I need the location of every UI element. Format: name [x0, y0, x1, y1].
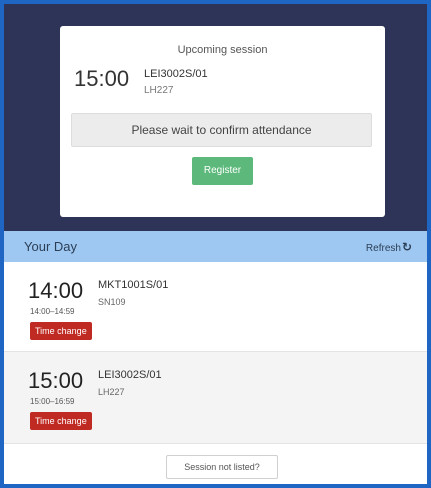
- session-time: 15:00: [28, 368, 84, 393]
- upcoming-session-time: 15:00: [74, 66, 130, 91]
- upcoming-session-title: Upcoming session: [177, 44, 268, 56]
- your-day-title: Your Day: [24, 239, 77, 254]
- register-button[interactable]: Register: [192, 157, 253, 185]
- app-frame: Upcoming session 15:00 LEI3002S/01 LH227…: [0, 0, 431, 488]
- upcoming-section: Upcoming session 15:00 LEI3002S/01 LH227…: [4, 4, 427, 231]
- time-change-badge: Time change: [30, 322, 92, 340]
- refresh-icon: ↻: [401, 240, 412, 254]
- session-code: MKT1001S/01: [98, 279, 169, 291]
- refresh-label: Refresh: [365, 243, 401, 254]
- session-room: LH227: [98, 387, 125, 397]
- session-time-range: 15:00–16:59: [30, 397, 75, 406]
- session-code: LEI3002S/01: [98, 369, 162, 381]
- session-room: SN109: [98, 297, 126, 307]
- list-item[interactable]: 15:00 15:00–16:59 LEI3002S/01 LH227 Time…: [4, 352, 427, 444]
- session-time-range: 14:00–14:59: [30, 307, 75, 316]
- time-change-badge: Time change: [30, 412, 92, 430]
- upcoming-session-code: LEI3002S/01: [144, 68, 208, 80]
- your-day-header: Your Day Refresh↻: [4, 231, 427, 262]
- session-not-listed-button[interactable]: Session not listed?: [166, 455, 278, 479]
- session-time: 14:00: [28, 278, 84, 303]
- refresh-button[interactable]: Refresh↻: [366, 240, 412, 254]
- list-item[interactable]: 14:00 14:00–14:59 MKT1001S/01 SN109 Time…: [4, 262, 427, 352]
- attendance-status-message: Please wait to confirm attendance: [71, 113, 372, 147]
- upcoming-session-room: LH227: [144, 85, 174, 96]
- upcoming-session-card: Upcoming session 15:00 LEI3002S/01 LH227…: [60, 26, 385, 217]
